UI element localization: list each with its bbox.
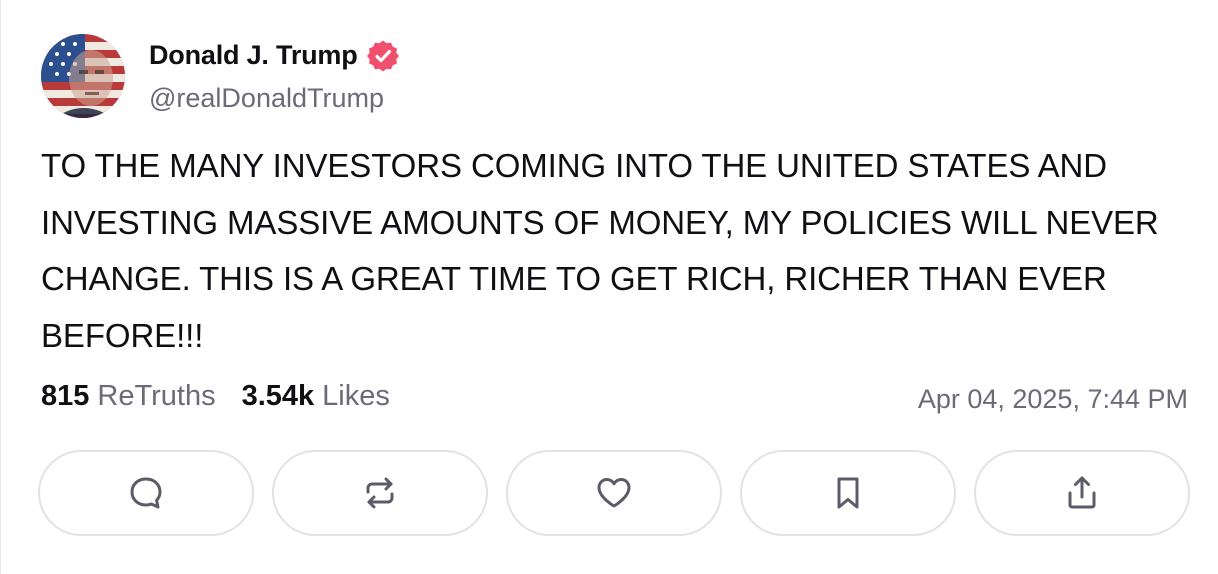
author-names: Donald J. Trump @realDonaldTrump [149,39,400,114]
reply-button[interactable] [38,450,254,536]
share-button[interactable] [974,450,1190,536]
retruths-label[interactable]: ReTruths [97,380,215,413]
heart-icon [597,478,631,508]
likes-label[interactable]: Likes [322,380,390,413]
action-bar [38,450,1190,536]
flag-portrait-avatar [41,34,125,118]
retruth-icon [366,477,394,509]
likes-count[interactable]: 3.54k [242,380,315,413]
retruths-count[interactable]: 815 [41,380,89,413]
display-name-row: Donald J. Trump [149,39,400,73]
post-timestamp[interactable]: Apr 04, 2025, 7:44 PM [918,384,1188,415]
author-display-name[interactable]: Donald J. Trump [149,40,358,71]
post-card: Donald J. Trump @realDonaldTrump TO THE … [0,0,1218,574]
post-header: Donald J. Trump @realDonaldTrump [41,34,400,118]
bookmark-button[interactable] [740,450,956,536]
bookmark-icon [837,477,859,509]
post-stats: 815 ReTruths 3.54k Likes [41,380,390,413]
share-icon [1068,476,1096,509]
like-button[interactable] [506,450,722,536]
avatar[interactable] [41,34,125,118]
retruth-button[interactable] [272,450,488,536]
verified-badge-icon [366,40,399,71]
post-text: TO THE MANY INVESTORS COMING INTO THE UN… [41,147,1159,354]
author-handle[interactable]: @realDonaldTrump [149,83,400,114]
reply-icon [130,477,162,509]
